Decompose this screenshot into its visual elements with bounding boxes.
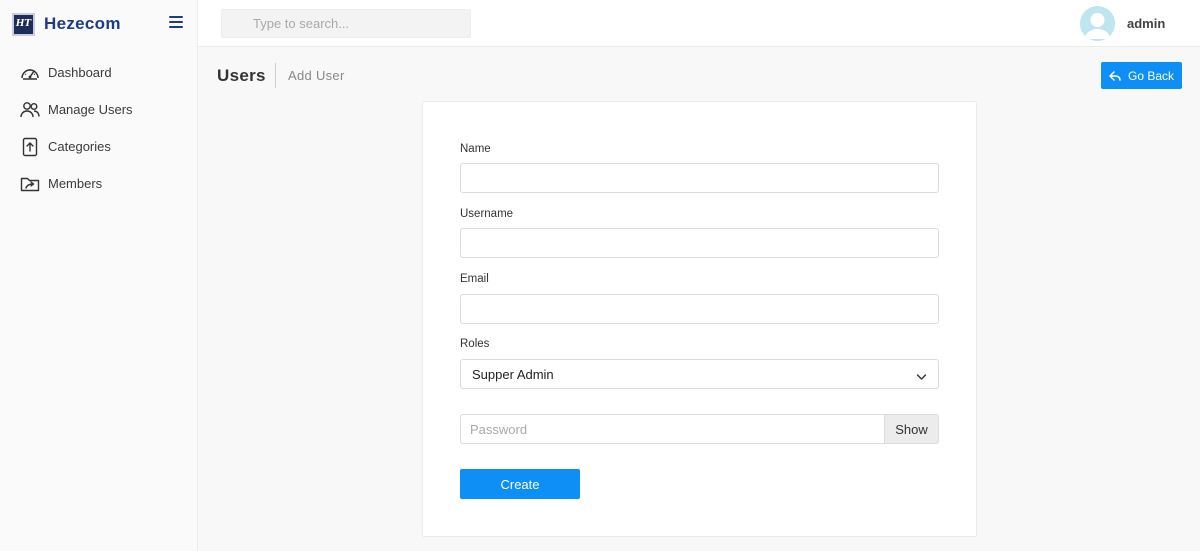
sidebar: HT Hezecom Dashboard Manage Users Catego… (0, 0, 198, 551)
go-back-button[interactable]: Go Back (1101, 62, 1182, 89)
username-label: Username (460, 208, 514, 220)
search-input[interactable] (221, 9, 471, 38)
brand[interactable]: HT Hezecom (12, 12, 121, 36)
username-field[interactable] (460, 228, 939, 258)
brand-name: Hezecom (44, 14, 121, 33)
sidebar-item-label: Dashboard (48, 65, 112, 80)
menu-toggle-icon[interactable] (169, 16, 183, 28)
add-user-form: Name Username Email Roles Supper Admin S… (422, 101, 977, 537)
topbar: admin (198, 0, 1200, 47)
sidebar-item-label: Members (48, 176, 103, 191)
email-field[interactable] (460, 294, 939, 324)
name-field[interactable] (460, 163, 939, 193)
roles-selected-value: Supper Admin (472, 366, 554, 382)
password-field[interactable] (460, 414, 884, 444)
user-name[interactable]: admin (1127, 16, 1165, 31)
name-label: Name (460, 143, 491, 155)
show-password-button[interactable]: Show (884, 414, 939, 444)
password-group: Show (460, 414, 939, 444)
go-back-label: Go Back (1127, 68, 1175, 83)
sidebar-nav: Dashboard Manage Users Categories Member… (0, 54, 197, 202)
sidebar-item-label: Categories (48, 139, 111, 154)
brand-logo: HT (12, 12, 35, 36)
sidebar-item-categories[interactable]: Categories (0, 128, 197, 165)
folder-share-icon (20, 174, 40, 194)
page-subtitle: Add User (288, 68, 345, 83)
email-label: Email (460, 273, 489, 285)
upload-file-icon (20, 137, 40, 157)
roles-label: Roles (460, 338, 490, 350)
sidebar-item-dashboard[interactable]: Dashboard (0, 54, 197, 91)
reply-arrow-icon (1109, 70, 1121, 81)
roles-select[interactable]: Supper Admin (460, 359, 939, 389)
sidebar-item-members[interactable]: Members (0, 165, 197, 202)
chevron-down-icon (916, 369, 927, 384)
dashboard-gauge-icon (20, 63, 40, 83)
page-title: Users (217, 66, 266, 85)
users-icon (20, 100, 40, 120)
create-button[interactable]: Create (460, 469, 580, 499)
title-divider (275, 63, 276, 88)
sidebar-item-manage-users[interactable]: Manage Users (0, 91, 197, 128)
avatar[interactable] (1080, 6, 1115, 41)
sidebar-item-label: Manage Users (48, 102, 133, 117)
